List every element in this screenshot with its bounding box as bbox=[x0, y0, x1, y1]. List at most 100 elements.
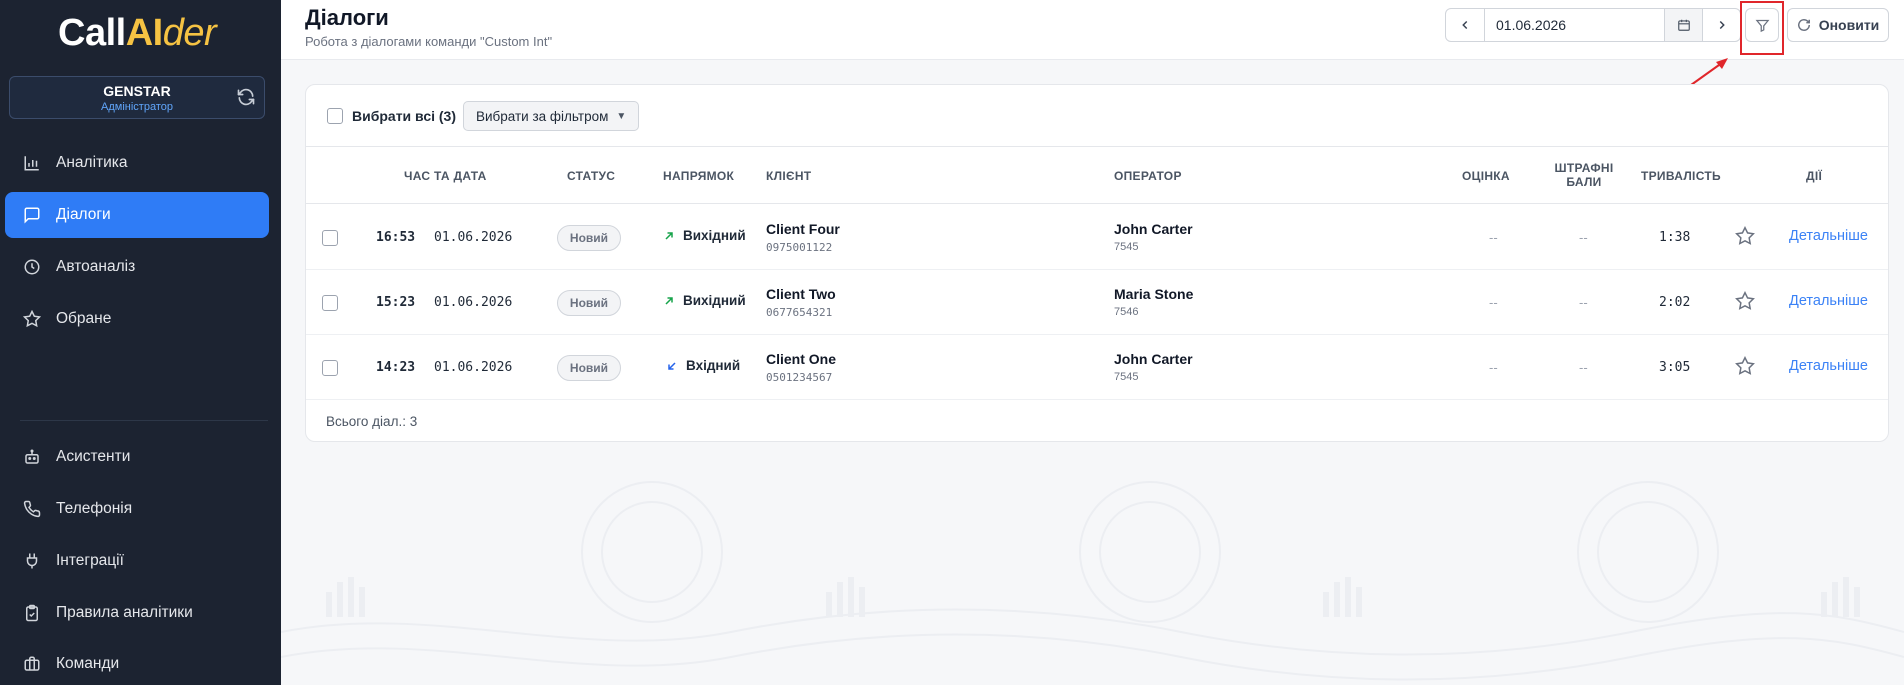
calendar-icon bbox=[1677, 19, 1690, 31]
client-cell: Client Two 0677654321 bbox=[766, 286, 836, 319]
column-status[interactable]: СТАТУС bbox=[567, 169, 615, 183]
client-cell: Client One 0501234567 bbox=[766, 351, 836, 384]
chevron-left-icon bbox=[1462, 20, 1468, 30]
direction-label: Вхідний bbox=[686, 358, 741, 373]
sidebar-item-favorites[interactable]: Обране bbox=[5, 296, 269, 342]
clipboard-check-icon bbox=[22, 603, 42, 623]
direction-cell: Вихідний bbox=[663, 293, 746, 308]
score-value: -- bbox=[1489, 230, 1498, 245]
robot-icon bbox=[22, 447, 42, 467]
background-pattern bbox=[281, 442, 1904, 685]
details-link[interactable]: Детальніше bbox=[1789, 293, 1868, 309]
select-by-filter-dropdown[interactable]: Вибрати за фільтром ▼ bbox=[463, 101, 640, 131]
column-score[interactable]: ОЦІНКА bbox=[1462, 169, 1510, 183]
sidebar-item-integrations[interactable]: Інтеграції bbox=[5, 538, 269, 584]
sidebar-item-label: Діалоги bbox=[56, 206, 111, 223]
app-logo[interactable]: CallAIder bbox=[58, 12, 217, 55]
favorite-star-icon[interactable] bbox=[1735, 225, 1755, 251]
details-link[interactable]: Детальніше bbox=[1789, 228, 1868, 244]
status-badge: Новий bbox=[557, 355, 621, 381]
table-row[interactable]: 16:53 01.06.2026 Новий Вихідний Client F… bbox=[306, 205, 1888, 270]
sidebar-item-dialogs[interactable]: Діалоги bbox=[5, 192, 269, 238]
call-date: 01.06.2026 bbox=[434, 295, 513, 310]
page-title: Діалоги bbox=[305, 5, 389, 30]
column-operator[interactable]: ОПЕРАТОР bbox=[1114, 169, 1182, 183]
duration-value: 3:05 bbox=[1659, 360, 1691, 375]
sidebar-item-label: Асистенти bbox=[56, 448, 131, 465]
client-name: Client Four bbox=[766, 221, 840, 237]
column-duration[interactable]: ТРИВАЛІСТЬ bbox=[1641, 169, 1721, 183]
sidebar-item-label: Автоаналіз bbox=[56, 258, 136, 275]
column-direction[interactable]: НАПРЯМОК bbox=[663, 169, 734, 183]
operator-cell: John Carter 7545 bbox=[1114, 351, 1193, 383]
select-all-label: Вибрати всі (3) bbox=[352, 108, 456, 124]
table-row[interactable]: 15:23 01.06.2026 Новий Вихідний Client T… bbox=[306, 270, 1888, 335]
checkbox[interactable] bbox=[327, 108, 343, 124]
favorite-star-icon[interactable] bbox=[1735, 355, 1755, 381]
refresh-icon bbox=[1797, 18, 1811, 32]
plug-icon bbox=[22, 551, 42, 571]
call-date: 01.06.2026 bbox=[434, 360, 513, 375]
favorite-star-icon[interactable] bbox=[1735, 290, 1755, 316]
chat-icon bbox=[22, 205, 42, 225]
direction-label: Вихідний bbox=[683, 293, 746, 308]
briefcase-icon bbox=[22, 654, 42, 674]
account-role: Адміністратор bbox=[101, 101, 173, 113]
operator-name: John Carter bbox=[1114, 221, 1193, 237]
penalty-value: -- bbox=[1579, 295, 1588, 310]
bar-chart-icon bbox=[22, 153, 42, 173]
date-input[interactable]: 01.06.2026 bbox=[1484, 9, 1664, 41]
row-checkbox[interactable] bbox=[322, 230, 338, 246]
sidebar: CallAIder GENSTAR Адміністратор Аналітик… bbox=[0, 0, 281, 685]
operator-cell: Maria Stone 7546 bbox=[1114, 286, 1193, 318]
date-picker: 01.06.2026 bbox=[1445, 8, 1741, 42]
phone-icon bbox=[22, 499, 42, 519]
sidebar-item-assistants[interactable]: Асистенти bbox=[5, 434, 269, 480]
column-penalty[interactable]: ШТРАФНІ БАЛИ bbox=[1552, 161, 1616, 189]
refresh-button[interactable]: Оновити bbox=[1787, 8, 1889, 42]
page-subtitle: Робота з діалогами команди "Custom Int" bbox=[305, 34, 553, 49]
row-checkbox[interactable] bbox=[322, 360, 338, 376]
sidebar-divider bbox=[20, 420, 268, 421]
client-name: Client Two bbox=[766, 286, 836, 302]
account-switcher[interactable]: GENSTAR Адміністратор bbox=[9, 76, 265, 119]
operator-id: 7546 bbox=[1114, 306, 1139, 318]
penalty-value: -- bbox=[1579, 230, 1588, 245]
select-all-checkbox[interactable]: Вибрати всі (3) bbox=[327, 108, 456, 124]
page-header: Діалоги Робота з діалогами команди "Cust… bbox=[281, 0, 1904, 60]
penalty-value: -- bbox=[1579, 360, 1588, 375]
select-by-filter-label: Вибрати за фільтром bbox=[476, 108, 609, 124]
table-row[interactable]: 14:23 01.06.2026 Новий Вхідний Client On… bbox=[306, 335, 1888, 400]
status-badge: Новий bbox=[557, 290, 621, 316]
clock-icon bbox=[22, 257, 42, 277]
calendar-button[interactable] bbox=[1664, 9, 1702, 41]
next-date-button[interactable] bbox=[1702, 9, 1740, 41]
prev-date-button[interactable] bbox=[1446, 9, 1484, 41]
sidebar-item-label: Правила аналітики bbox=[56, 604, 193, 621]
call-time: 14:23 bbox=[376, 360, 416, 375]
column-actions: ДІЇ bbox=[1806, 169, 1823, 183]
column-time-date[interactable]: ЧАС ТА ДАТА bbox=[404, 169, 487, 183]
sidebar-item-telephony[interactable]: Телефонія bbox=[5, 486, 269, 532]
column-client[interactable]: КЛІЄНТ bbox=[766, 169, 811, 183]
status-badge: Новий bbox=[557, 225, 621, 251]
sidebar-item-analytics[interactable]: Аналітика bbox=[5, 140, 269, 186]
score-value: -- bbox=[1489, 360, 1498, 375]
details-link[interactable]: Детальніше bbox=[1789, 358, 1868, 374]
client-cell: Client Four 0975001122 bbox=[766, 221, 840, 254]
switch-account-icon[interactable] bbox=[236, 87, 256, 107]
sidebar-item-autoanalysis[interactable]: Автоаналіз bbox=[5, 244, 269, 290]
outgoing-arrow-icon bbox=[663, 295, 675, 307]
account-name: GENSTAR bbox=[103, 83, 171, 99]
operator-name: Maria Stone bbox=[1114, 286, 1194, 302]
sidebar-item-teams[interactable]: Команди bbox=[5, 641, 269, 685]
client-phone: 0975001122 bbox=[766, 241, 833, 254]
incoming-arrow-icon bbox=[666, 360, 678, 372]
call-date: 01.06.2026 bbox=[434, 230, 513, 245]
sidebar-item-analytics-rules[interactable]: Правила аналітики bbox=[5, 590, 269, 636]
client-name: Client One bbox=[766, 351, 837, 367]
row-checkbox[interactable] bbox=[322, 295, 338, 311]
table-header: ЧАС ТА ДАТА СТАТУС НАПРЯМОК КЛІЄНТ ОПЕРА… bbox=[306, 147, 1888, 204]
operator-cell: John Carter 7545 bbox=[1114, 221, 1193, 253]
filter-highlight-box bbox=[1740, 1, 1784, 55]
